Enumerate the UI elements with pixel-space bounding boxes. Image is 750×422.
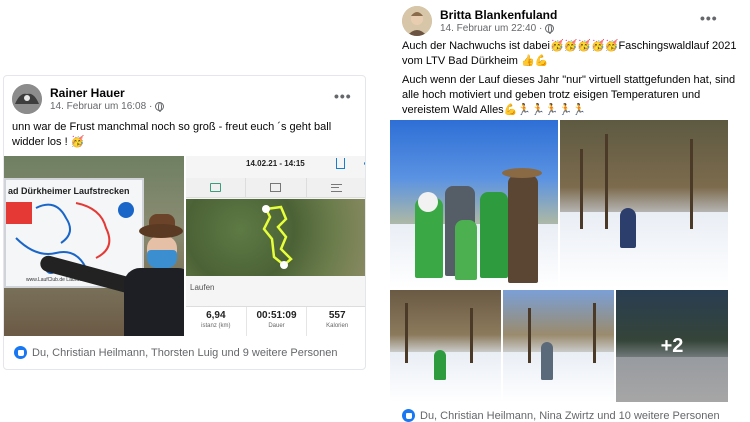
stat-value: 6,94 <box>206 310 226 321</box>
post-header: Britta Blankenfuland 14. Februar um 22:4… <box>402 6 557 36</box>
reactions-text[interactable]: Du, Christian Heilmann, Thorsten Luig un… <box>32 347 338 359</box>
stat-label: Dauer <box>268 323 285 329</box>
post-meta: 14. Februar um 16:08 · <box>50 100 165 113</box>
timestamp[interactable]: 14. Februar um 16:08 · <box>50 100 152 113</box>
reactions-summary[interactable]: Du, Christian Heilmann, Nina Zwirtz und … <box>402 409 720 422</box>
photo-trail-board[interactable]: ad Dürkheimer Laufstrecken www.LaufClub.… <box>4 156 184 336</box>
dot-icon <box>364 162 365 165</box>
post-text-line: Auch wenn der Lauf dieses Jahr "nur" vir… <box>402 74 736 86</box>
post-rainer-hauer: Rainer Hauer 14. Februar um 16:08 · ••• … <box>3 75 366 370</box>
route-line <box>262 205 293 269</box>
like-icon <box>14 346 27 359</box>
photo-costumed-kids[interactable] <box>390 120 558 288</box>
tab-list <box>307 178 365 197</box>
activity-type: Laufen <box>190 283 215 292</box>
activity-date: 14.02.21 - 14:15 <box>246 159 305 168</box>
photo-snow-forest-3[interactable] <box>503 290 614 402</box>
share-icon <box>336 158 345 169</box>
author-name[interactable]: Rainer Hauer <box>50 86 164 100</box>
post-britta-blankenfuland: Britta Blankenfuland 14. Februar um 22:4… <box>390 0 747 422</box>
timestamp[interactable]: 14. Februar um 22:40 · <box>440 22 542 35</box>
more-options-icon[interactable]: ••• <box>700 10 718 26</box>
tab-photos <box>246 178 307 197</box>
post-text-line: alle hoch motiviert und geben trotz eisi… <box>402 89 701 101</box>
route-map <box>186 199 365 276</box>
stat-calories: 557 Kalorien <box>307 307 365 336</box>
activity-stats: 6,94 istanz (km) 00:51:09 Dauer 557 Kalo… <box>186 306 365 336</box>
globe-icon <box>545 23 555 34</box>
globe-icon <box>155 101 165 112</box>
photo-more[interactable]: +2 <box>616 290 728 402</box>
running-app-screenshot[interactable]: 14.02.21 - 14:15 Laufen 6,94 istanz (km)… <box>186 156 365 336</box>
photo-snow-forest-1[interactable] <box>560 120 728 288</box>
stat-distance: 6,94 istanz (km) <box>186 307 247 336</box>
list-tab-icon <box>330 183 342 192</box>
author-name[interactable]: Britta Blankenfuland <box>440 8 557 22</box>
avatar[interactable] <box>402 6 432 36</box>
post-text-line: unn war de Frust manchmal noch so groß -… <box>12 121 332 133</box>
stat-value: 00:51:09 <box>256 310 297 321</box>
post-meta: 14. Februar um 22:40 · <box>440 22 557 35</box>
photo-grid: +2 <box>390 120 730 404</box>
post-text-line: vom LTV Bad Dürkheim 👍💪 <box>402 55 549 67</box>
photo-tab-icon <box>270 183 282 192</box>
reactions-text[interactable]: Du, Christian Heilmann, Nina Zwirtz und … <box>420 410 720 422</box>
post-text: unn war de Frust manchmal noch so groß -… <box>12 120 357 150</box>
reactions-summary[interactable]: Du, Christian Heilmann, Thorsten Luig un… <box>14 346 338 359</box>
person-with-hat <box>38 196 184 336</box>
avatar-image <box>12 84 42 114</box>
stat-label: istanz (km) <box>201 323 231 329</box>
stat-duration: 00:51:09 Dauer <box>247 307 308 336</box>
post-text: Auch der Nachwuchs ist dabei🥳🥳🥳🥳🥳Faschin… <box>402 39 742 118</box>
map-tab-icon <box>210 183 222 192</box>
app-tabs <box>186 178 365 198</box>
post-media[interactable]: ad Dürkheimer Laufstrecken www.LaufClub.… <box>4 156 365 336</box>
avatar[interactable] <box>12 84 42 114</box>
avatar-image <box>402 6 432 36</box>
more-photos-overlay[interactable]: +2 <box>616 290 728 402</box>
stat-label: Kalorien <box>326 323 349 329</box>
more-options-icon[interactable]: ••• <box>334 88 352 104</box>
post-header: Rainer Hauer 14. Februar um 16:08 · <box>12 84 165 114</box>
post-text-line: vereistem Wald Alles💪🏃🏃🏃🏃🏃 <box>402 104 586 116</box>
stat-value: 557 <box>328 310 346 321</box>
board-title: ad Dürkheimer Laufstrecken <box>8 186 130 196</box>
post-text-line: Auch der Nachwuchs ist dabei🥳🥳🥳🥳🥳Faschin… <box>402 40 737 52</box>
more-photos-count: +2 <box>660 334 684 357</box>
like-icon <box>402 409 415 422</box>
tab-map <box>186 178 247 197</box>
post-text-line: widder los ! 🥳 <box>12 136 85 148</box>
photo-snow-forest-2[interactable] <box>390 290 501 402</box>
